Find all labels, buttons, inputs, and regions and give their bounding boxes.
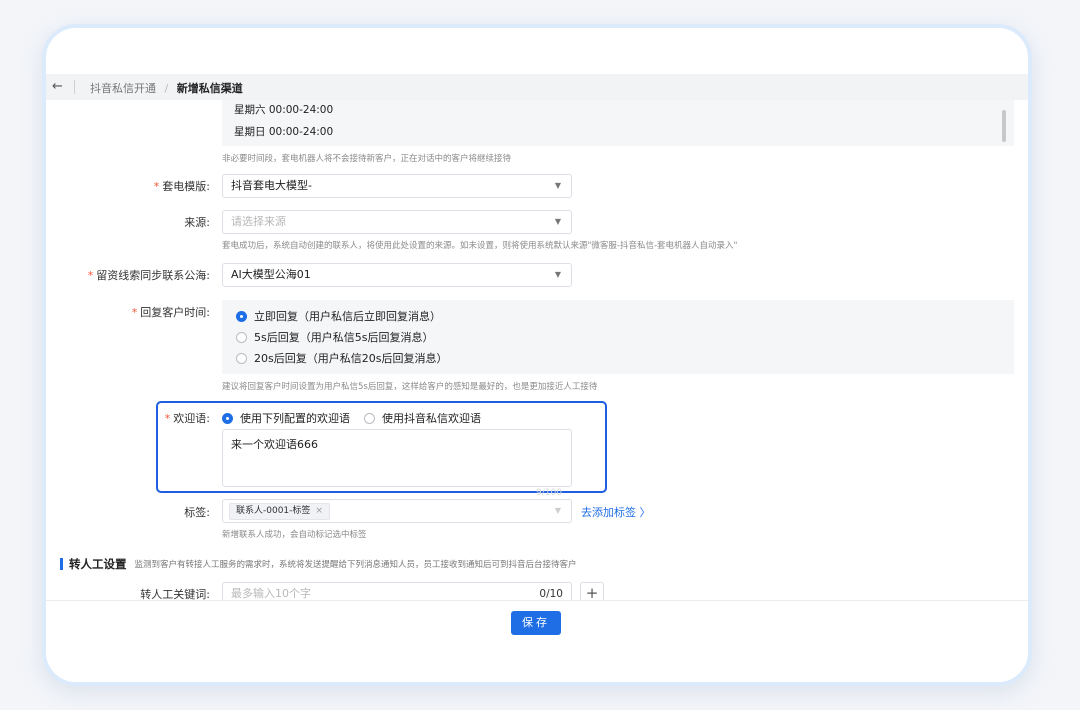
- radio-icon: [236, 352, 247, 364]
- tags-label: 标签:: [184, 506, 210, 519]
- tags-hint: 新增联系人成功，会自动标记选中标签: [222, 530, 367, 540]
- back-arrow-icon[interactable]: ←: [52, 79, 63, 94]
- source-placeholder: 请选择来源: [231, 215, 286, 228]
- divider: [74, 80, 75, 94]
- template-label: * 套电模版:: [154, 178, 210, 194]
- source-hint: 套电成功后，系统自动创建的联系人，将使用此处设置的来源。如未设置，则将使用系统默…: [222, 241, 738, 251]
- welcome-char-counter: 9/100: [536, 488, 562, 498]
- reply-option-20s[interactable]: 20s后回复（用户私信20s后回复消息）: [236, 350, 447, 366]
- scrollbar-thumb[interactable]: [1002, 110, 1006, 142]
- close-icon[interactable]: ×: [315, 506, 323, 516]
- welcome-label: * 欢迎语:: [165, 410, 210, 426]
- reply-time-label-text: 回复客户时间:: [140, 306, 210, 319]
- required-mark: *: [153, 180, 160, 193]
- footer-bar: 保存: [46, 600, 1028, 682]
- required-mark: *: [87, 269, 94, 282]
- form-content: 星期六 00:00-24:00 星期日 00:00-24:00 非必要时间段，套…: [46, 100, 1028, 606]
- caret-down-icon: ▼: [554, 506, 561, 515]
- reply-option-label: 立即回复（用户私信后立即回复消息）: [254, 310, 441, 323]
- required-mark: *: [131, 306, 138, 319]
- welcome-label-text: 欢迎语:: [173, 412, 210, 425]
- breadcrumb-current: 新增私信渠道: [176, 82, 243, 95]
- reply-option-5s[interactable]: 5s后回复（用户私信5s后回复消息）: [236, 329, 433, 345]
- breadcrumb-separator: /: [164, 82, 169, 95]
- welcome-option-label: 使用抖音私信欢迎语: [382, 412, 481, 425]
- reply-time-label: * 回复客户时间:: [132, 304, 210, 320]
- keyword-placeholder: 最多输入10个字: [231, 587, 311, 600]
- app-window: ← 抖音私信开通 / 新增私信渠道 星期六 00:00-24:00 星期日 00…: [42, 24, 1032, 686]
- save-button[interactable]: 保存: [511, 611, 561, 635]
- transfer-section-desc: 监测到客户有转接人工服务的需求时，系统将发送提醒给下列消息通知人员，员工接收到通…: [134, 560, 577, 570]
- add-tag-link[interactable]: 去添加标签 〉: [581, 504, 651, 520]
- source-label: 来源:: [184, 216, 210, 229]
- tags-select[interactable]: 联系人-0001-标签 × ▼: [222, 499, 572, 523]
- section-accent-bar: [60, 558, 63, 570]
- radio-icon: [236, 331, 247, 343]
- reply-time-options: 立即回复（用户私信后立即回复消息） 5s后回复（用户私信5s后回复消息） 20s…: [222, 300, 1014, 374]
- pool-label: * 留资线索同步联系公海:: [88, 267, 210, 283]
- pool-label-text: 留资线索同步联系公海:: [96, 269, 210, 282]
- reply-option-label: 20s后回复（用户私信20s后回复消息）: [254, 352, 448, 365]
- breadcrumb: 抖音私信开通 / 新增私信渠道: [90, 80, 243, 96]
- pool-select[interactable]: AI大模型公海01 ▼: [222, 263, 572, 287]
- template-select[interactable]: 抖音套电大模型- ▼: [222, 174, 572, 198]
- required-mark: *: [164, 412, 171, 425]
- hours-line-saturday: 星期六 00:00-24:00: [234, 104, 334, 116]
- welcome-option-label: 使用下列配置的欢迎语: [240, 412, 350, 425]
- tag-chip-label: 联系人-0001-标签: [236, 506, 311, 516]
- breadcrumb-parent[interactable]: 抖音私信开通: [90, 82, 156, 95]
- radio-icon: [364, 412, 375, 424]
- radio-selected-icon: [236, 310, 247, 322]
- template-label-text: 套电模版:: [162, 180, 210, 193]
- reply-time-hint: 建议将回复客户时间设置为用户私信5s后回复，这样给客户的感知是最好的，也是更加接…: [222, 382, 598, 392]
- source-select[interactable]: 请选择来源 ▼: [222, 210, 572, 234]
- transfer-section-title: 转人工设置: [69, 557, 127, 571]
- reply-option-immediate[interactable]: 立即回复（用户私信后立即回复消息）: [236, 308, 441, 324]
- top-nav-bar: ← 抖音私信开通 / 新增私信渠道: [46, 74, 1028, 100]
- caret-down-icon: ▼: [554, 181, 561, 190]
- business-hours-list[interactable]: 星期六 00:00-24:00 星期日 00:00-24:00: [222, 100, 1014, 146]
- caret-down-icon: ▼: [554, 217, 561, 226]
- pool-value: AI大模型公海01: [231, 268, 311, 281]
- template-value: 抖音套电大模型-: [231, 179, 312, 192]
- hours-line-sunday: 星期日 00:00-24:00: [234, 126, 334, 138]
- reply-option-label: 5s后回复（用户私信5s后回复消息）: [254, 331, 434, 344]
- caret-down-icon: ▼: [554, 270, 561, 279]
- welcome-text-field[interactable]: 来一个欢迎语666: [222, 429, 572, 487]
- tag-chip: 联系人-0001-标签 ×: [229, 503, 330, 520]
- welcome-option-custom[interactable]: 使用下列配置的欢迎语: [222, 410, 350, 426]
- radio-selected-icon: [222, 412, 233, 424]
- welcome-option-douyin[interactable]: 使用抖音私信欢迎语: [364, 410, 481, 426]
- transfer-section-header: 转人工设置 监测到客户有转接人工服务的需求时，系统将发送提醒给下列消息通知人员，…: [60, 556, 577, 572]
- hours-hint: 非必要时间段，套电机器人将不会接待新客户，正在对话中的客户将继续接待: [222, 154, 512, 164]
